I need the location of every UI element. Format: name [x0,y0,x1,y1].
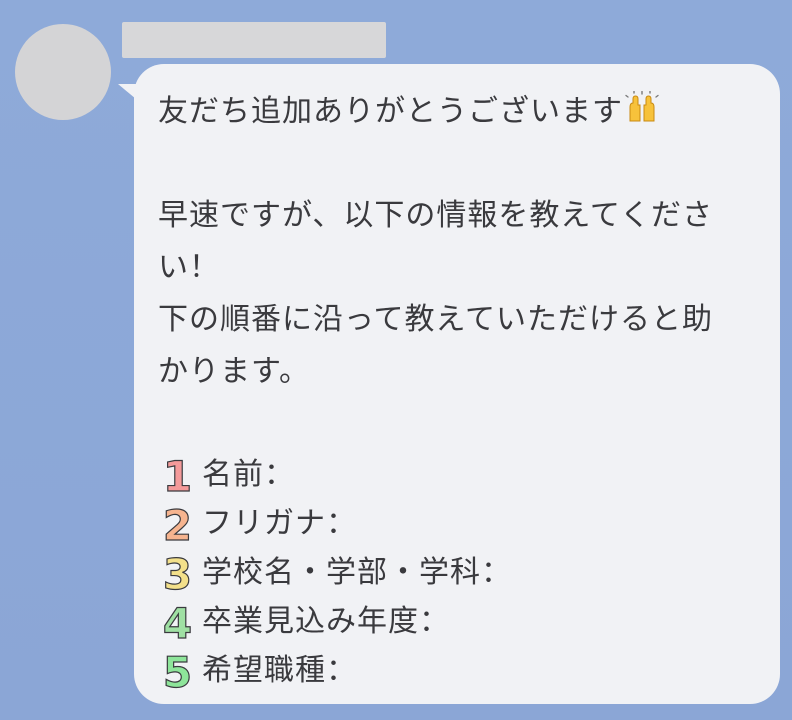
svg-text:5: 5 [163,649,193,693]
instruction-line-1: 下の順番に沿って教えていただけると助 [158,302,713,337]
sender-name-placeholder [122,22,386,58]
list-item: 1 名前： [158,450,740,499]
request-line-2: い！ [158,250,220,285]
greeting-line: 友だち追加ありがとうございます [158,86,740,138]
greeting-text: 友だち追加ありがとうございます [158,94,623,129]
keycap-number-2-icon: 2 [158,502,198,546]
raising-hands-emoji-icon [625,91,659,122]
item-label: 希望職種： [202,652,357,688]
svg-text:4: 4 [163,600,193,644]
list-item: 2 フリガナ： [158,499,740,548]
list-item: 5 希望職種： [158,646,740,695]
item-label: 卒業見込み年度： [202,603,450,639]
message-bubble[interactable]: 友だち追加ありがとうございます 早速ですが、以下の情報を教えてくださ い！ 下の… [134,64,780,704]
keycap-number-1-icon: 1 [158,453,198,497]
info-request-list: 1 名前： 2 フリガナ： 3 学校名・学部・学科： 4 卒業見込み年度： 5 [158,450,740,695]
keycap-number-5-icon: 5 [158,649,198,693]
keycap-number-3-icon: 3 [158,551,198,595]
svg-text:2: 2 [163,502,193,546]
svg-text:3: 3 [163,551,193,595]
instruction-line-2: かります。 [158,354,310,389]
request-line-1: 早速ですが、以下の情報を教えてくださ [158,198,713,233]
item-label: 学校名・学部・学科： [202,554,512,590]
sender-avatar[interactable] [15,24,111,120]
list-item: 3 学校名・学部・学科： [158,548,740,597]
item-label: 名前： [202,456,295,492]
list-item: 4 卒業見込み年度： [158,597,740,646]
item-label: フリガナ： [202,505,357,541]
keycap-number-4-icon: 4 [158,600,198,644]
svg-text:1: 1 [163,453,193,497]
